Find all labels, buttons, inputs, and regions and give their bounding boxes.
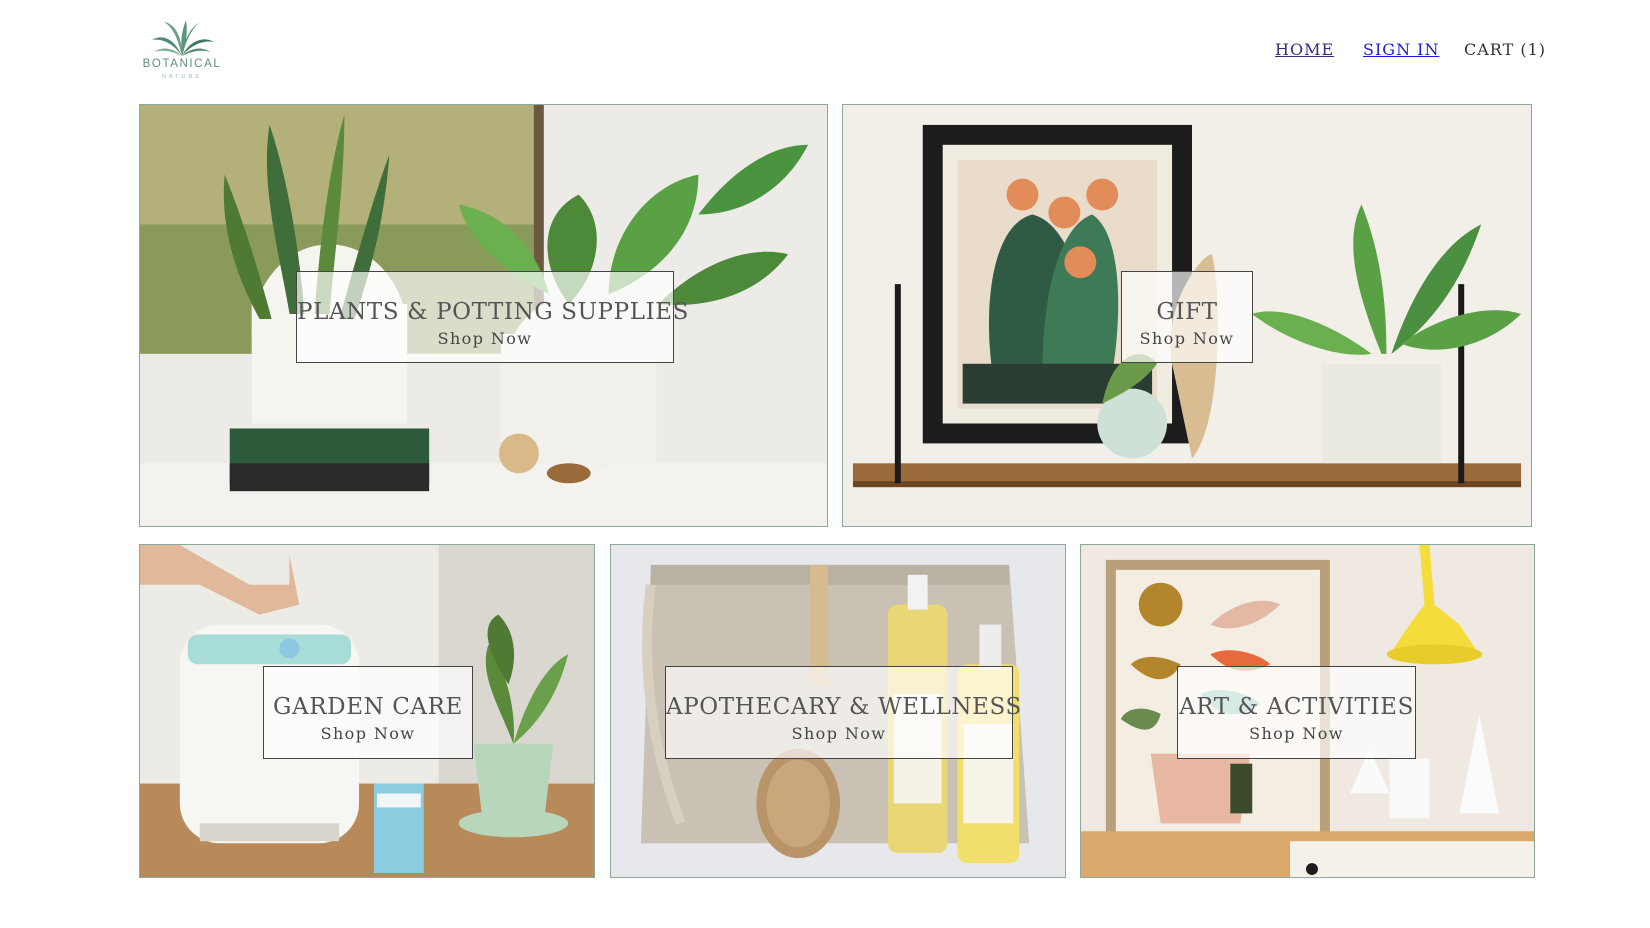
category-title: ART & ACTIVITIES [1179, 694, 1414, 720]
category-tile-garden-care[interactable]: GARDEN CARE Shop Now [139, 544, 595, 878]
category-label-art[interactable]: ART & ACTIVITIES Shop Now [1177, 666, 1416, 759]
category-tile-plants[interactable]: PLANTS & POTTING SUPPLIES Shop Now [139, 104, 828, 527]
category-title: PLANTS & POTTING SUPPLIES [297, 299, 690, 325]
nav-cart[interactable]: CART (1) [1464, 40, 1546, 59]
category-tile-apothecary[interactable]: APOTHECARY & WELLNESS Shop Now [610, 544, 1066, 878]
category-tile-art[interactable]: ART & ACTIVITIES Shop Now [1080, 544, 1535, 878]
shop-now-link[interactable]: Shop Now [1122, 329, 1252, 348]
category-label-garden-care[interactable]: GARDEN CARE Shop Now [263, 666, 473, 759]
nav-home[interactable]: HOME [1275, 40, 1334, 59]
leaf-bouquet-icon [152, 20, 214, 56]
nav-sign-in[interactable]: SIGN IN [1363, 40, 1439, 59]
category-title: GIFT [1156, 299, 1218, 325]
shop-now-link[interactable]: Shop Now [666, 724, 1012, 743]
nav-home-link[interactable]: HOME [1275, 40, 1334, 59]
nav-sign-in-link[interactable]: SIGN IN [1363, 40, 1439, 59]
shop-now-link[interactable]: Shop Now [264, 724, 472, 743]
category-label-apothecary[interactable]: APOTHECARY & WELLNESS Shop Now [665, 666, 1022, 759]
category-title: GARDEN CARE [273, 694, 463, 720]
brand-tagline: NATURE [161, 74, 203, 80]
shop-now-link[interactable]: Shop Now [1178, 724, 1415, 743]
category-title: APOTHECARY & WELLNESS [666, 694, 1022, 720]
category-label-plants[interactable]: PLANTS & POTTING SUPPLIES Shop Now [296, 271, 690, 363]
brand-logo[interactable]: BOTANICAL NATURE [134, 16, 230, 86]
category-tile-gift[interactable]: GIFT Shop Now [842, 104, 1532, 527]
brand-name: BOTANICAL [142, 58, 222, 70]
shop-now-link[interactable]: Shop Now [297, 329, 673, 348]
category-label-gift[interactable]: GIFT Shop Now [1121, 271, 1253, 363]
